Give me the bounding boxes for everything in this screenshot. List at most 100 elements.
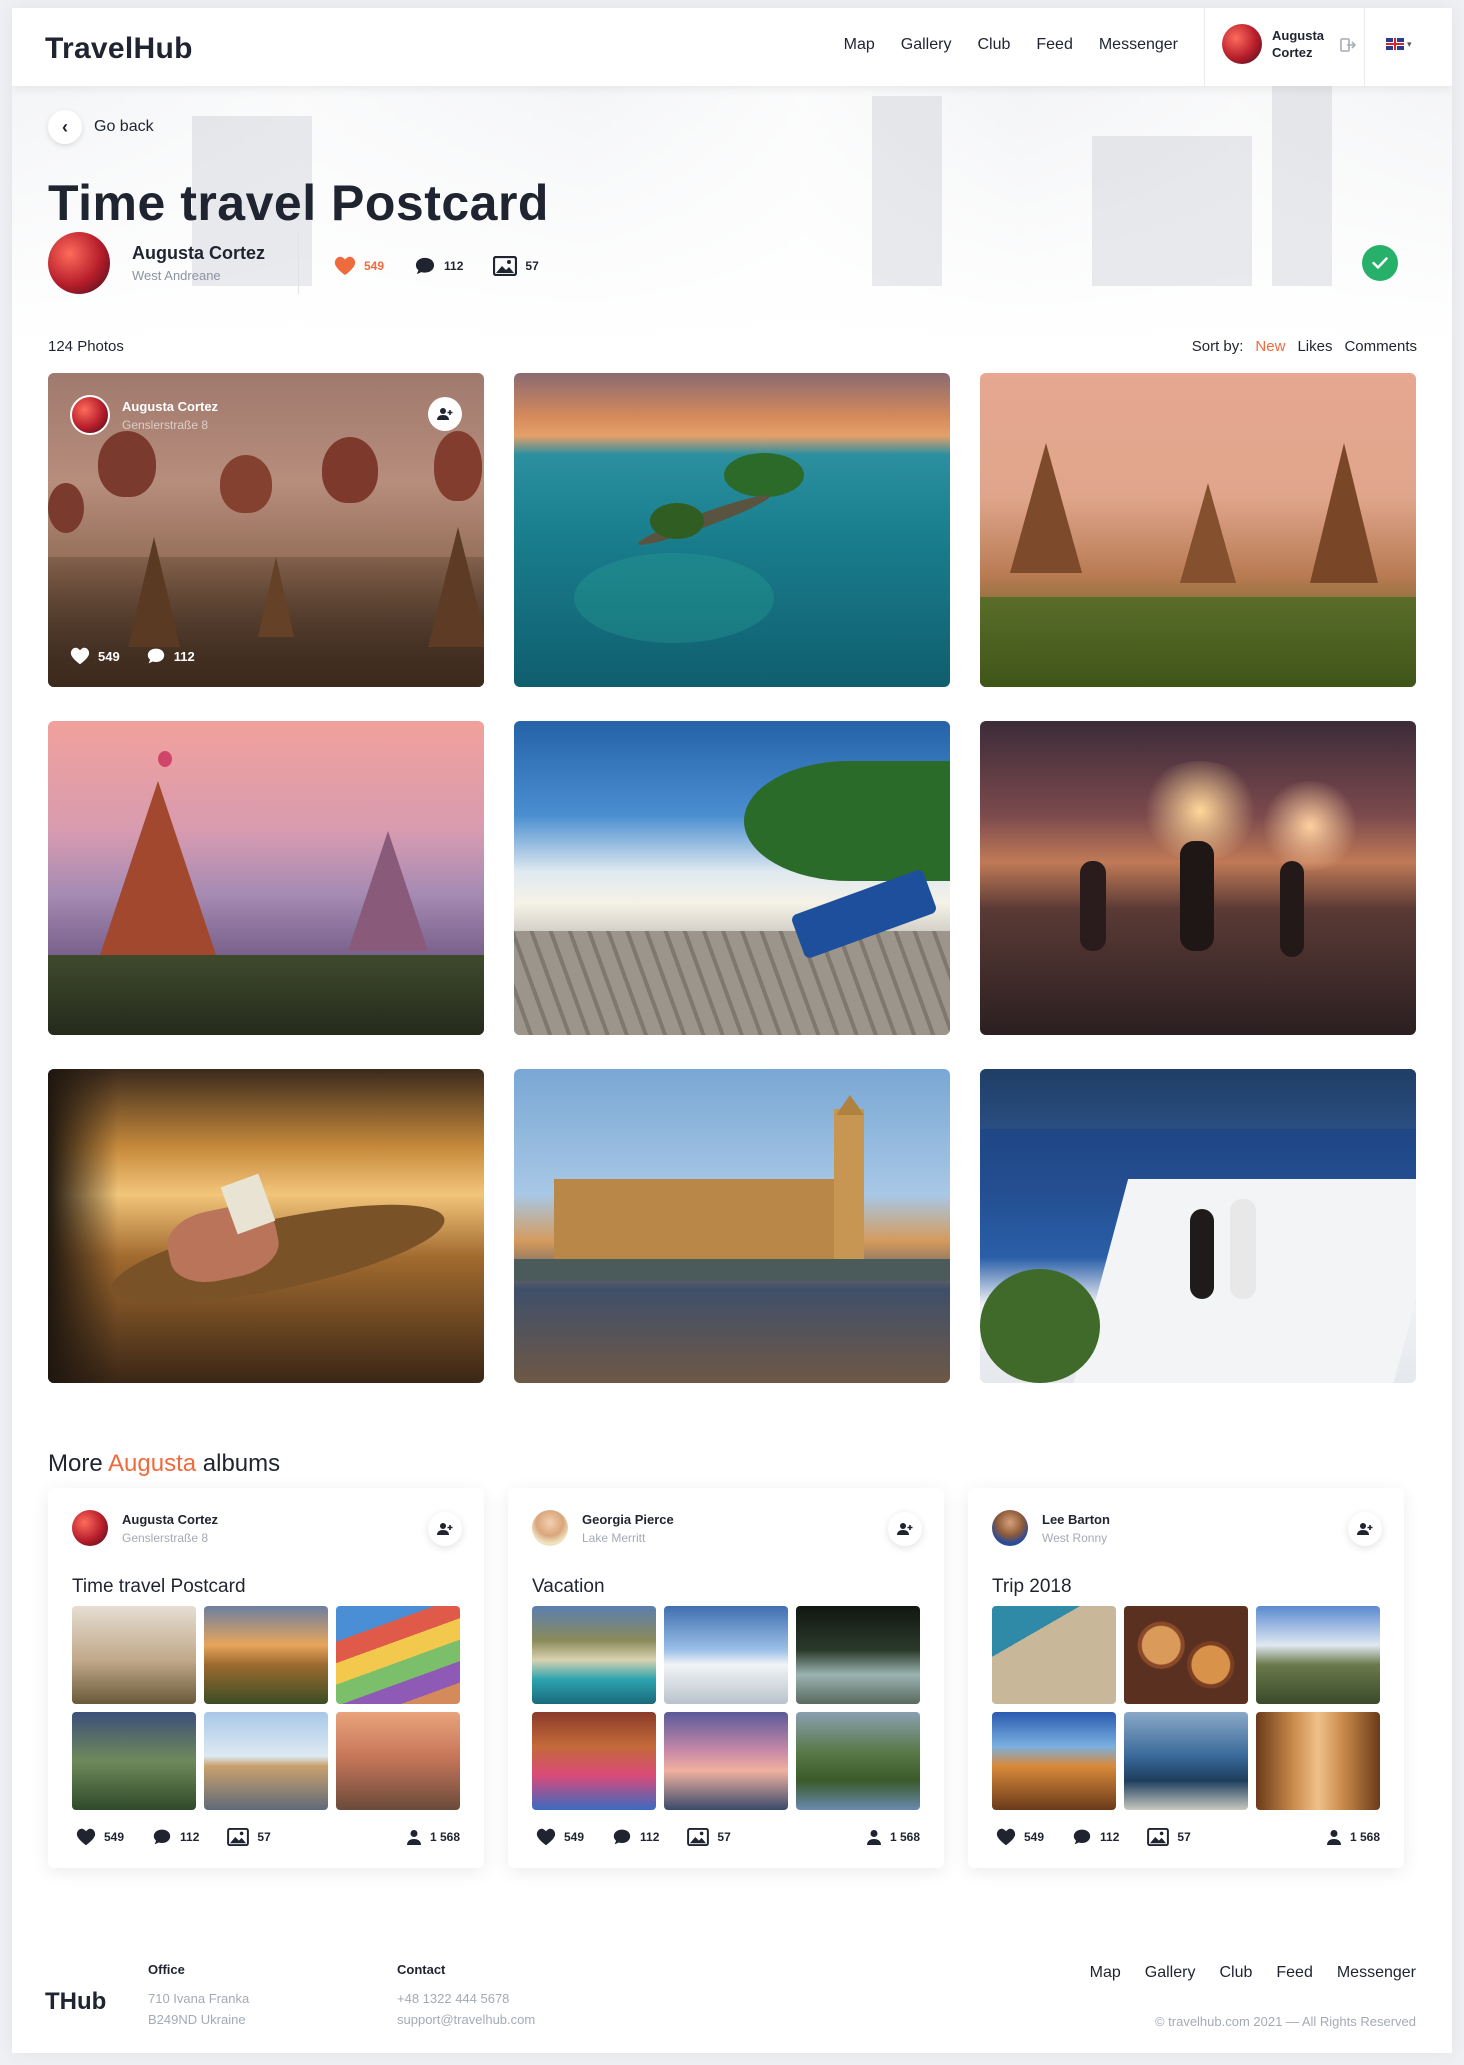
footer-logo[interactable]: THub — [45, 1988, 106, 2016]
album-comments[interactable]: 112 — [1072, 1828, 1119, 1846]
photo-tile[interactable] — [980, 373, 1416, 687]
album-followers[interactable]: 1 568 — [1326, 1829, 1380, 1845]
follow-button[interactable] — [428, 397, 462, 431]
go-back-button[interactable]: ‹ Go back — [48, 110, 154, 144]
album-thumb[interactable] — [1256, 1606, 1380, 1704]
comment-icon — [613, 1829, 631, 1845]
sort-controls: Sort by: New Likes Comments — [1192, 338, 1417, 355]
nav-gallery[interactable]: Gallery — [901, 36, 952, 54]
album-thumb[interactable] — [992, 1712, 1116, 1810]
photo-tile[interactable] — [514, 1069, 950, 1383]
album-photos[interactable]: 57 — [227, 1828, 271, 1846]
album-title[interactable]: Time travel Postcard — [72, 1576, 246, 1598]
album-card[interactable]: Lee Barton West Ronny Trip 2018 549 112 … — [968, 1488, 1404, 1868]
user-menu[interactable]: Augusta Cortez — [1222, 24, 1330, 64]
album-comments[interactable]: 112 — [612, 1828, 659, 1846]
footer-nav-gallery[interactable]: Gallery — [1145, 1964, 1196, 1982]
photo-tile[interactable]: Augusta Cortez Genslerstraße 8 549 112 — [48, 373, 484, 687]
photo-tile[interactable] — [980, 721, 1416, 1035]
album-author[interactable]: Augusta Cortez Genslerstraße 8 — [72, 1510, 218, 1546]
album-thumb[interactable] — [796, 1606, 920, 1704]
photo-tile[interactable] — [48, 721, 484, 1035]
follow-button[interactable] — [428, 1512, 462, 1546]
album-photos[interactable]: 57 — [687, 1828, 731, 1846]
footer: THub Office 710 Ivana Franka B249ND Ukra… — [12, 1938, 1452, 2053]
contact-phone[interactable]: +48 1322 444 5678 — [397, 1991, 535, 2006]
album-thumb[interactable] — [72, 1712, 196, 1810]
photos-stat[interactable]: 57 — [493, 256, 539, 276]
album-photos[interactable]: 57 — [1147, 1828, 1191, 1846]
album-card[interactable]: Georgia Pierce Lake Merritt Vacation 549… — [508, 1488, 944, 1868]
album-card[interactable]: Augusta Cortez Genslerstraße 8 Time trav… — [48, 1488, 484, 1868]
footer-office: Office 710 Ivana Franka B249ND Ukraine — [148, 1962, 249, 2027]
image-icon — [1147, 1828, 1170, 1846]
add-user-icon — [897, 1523, 913, 1535]
sort-new[interactable]: New — [1255, 338, 1285, 355]
album-thumb[interactable] — [204, 1712, 328, 1810]
album-thumb[interactable] — [1124, 1606, 1248, 1704]
follow-button[interactable] — [1348, 1512, 1382, 1546]
album-thumbnails — [532, 1606, 920, 1810]
album-likes[interactable]: 549 — [996, 1828, 1044, 1846]
album-thumb[interactable] — [532, 1712, 656, 1810]
album-comments[interactable]: 112 — [152, 1828, 199, 1846]
album-thumb[interactable] — [1256, 1712, 1380, 1810]
language-selector[interactable]: ▾ — [1386, 38, 1412, 50]
album-thumb[interactable] — [796, 1712, 920, 1810]
album-author[interactable]: Georgia Pierce Lake Merritt — [532, 1510, 674, 1546]
nav-messenger[interactable]: Messenger — [1099, 36, 1178, 54]
nav-feed[interactable]: Feed — [1036, 36, 1072, 54]
more-suffix: albums — [202, 1450, 281, 1477]
footer-nav-club[interactable]: Club — [1219, 1964, 1252, 1982]
photo-owner[interactable]: Augusta Cortez Genslerstraße 8 — [70, 395, 218, 435]
album-thumb[interactable] — [204, 1606, 328, 1704]
photo-comments-count: 112 — [173, 648, 195, 664]
follow-button[interactable] — [888, 1512, 922, 1546]
album-author[interactable]: Augusta Cortez West Andreane — [48, 232, 265, 294]
chevron-left-icon: ‹ — [48, 110, 82, 144]
logout-icon[interactable] — [1340, 38, 1357, 55]
footer-nav-feed[interactable]: Feed — [1276, 1964, 1312, 1982]
photo-tile[interactable] — [514, 721, 950, 1035]
album-author-location: West Ronny — [1042, 1530, 1108, 1545]
album-comments-count: 112 — [180, 1830, 200, 1844]
nav-map[interactable]: Map — [844, 36, 875, 54]
copyright: © travelhub.com 2021 — All Rights Reserv… — [1154, 2014, 1416, 2029]
album-thumb[interactable] — [336, 1712, 460, 1810]
album-title[interactable]: Vacation — [532, 1576, 605, 1598]
album-likes[interactable]: 549 — [76, 1828, 124, 1846]
page: TravelHub Map Gallery Club Feed Messenge… — [12, 8, 1452, 2053]
album-followers[interactable]: 1 568 — [406, 1829, 460, 1845]
photo-tile[interactable] — [514, 373, 950, 687]
album-author[interactable]: Lee Barton West Ronny — [992, 1510, 1110, 1546]
album-thumb[interactable] — [664, 1712, 788, 1810]
contact-email[interactable]: support@travelhub.com — [397, 2012, 535, 2027]
nav-club[interactable]: Club — [977, 36, 1010, 54]
album-thumb[interactable] — [72, 1606, 196, 1704]
uk-flag-icon — [1386, 38, 1404, 50]
sort-comments[interactable]: Comments — [1344, 338, 1417, 355]
more-highlight[interactable]: Augusta — [108, 1450, 196, 1477]
album-thumb[interactable] — [336, 1606, 460, 1704]
photo-likes[interactable]: 549 — [70, 647, 120, 665]
album-author-name: Lee Barton — [1042, 1511, 1110, 1527]
follow-confirmed-button[interactable] — [1362, 245, 1398, 281]
album-stats: 549 112 57 1 568 — [536, 1828, 920, 1846]
album-thumb[interactable] — [1124, 1712, 1248, 1810]
photo-tile[interactable] — [980, 1069, 1416, 1383]
album-title[interactable]: Trip 2018 — [992, 1576, 1072, 1598]
app-logo[interactable]: TravelHub — [45, 32, 193, 66]
photo-tile[interactable] — [48, 1069, 484, 1383]
likes-stat[interactable]: 549 — [334, 256, 384, 276]
photo-comments[interactable]: 112 — [146, 647, 195, 665]
album-thumb[interactable] — [664, 1606, 788, 1704]
album-likes[interactable]: 549 — [536, 1828, 584, 1846]
album-followers[interactable]: 1 568 — [866, 1829, 920, 1845]
album-thumb[interactable] — [532, 1606, 656, 1704]
comments-stat[interactable]: 112 — [414, 256, 463, 276]
header-divider-2 — [1364, 8, 1365, 86]
footer-nav-messenger[interactable]: Messenger — [1337, 1964, 1416, 1982]
album-thumb[interactable] — [992, 1606, 1116, 1704]
footer-nav-map[interactable]: Map — [1090, 1964, 1121, 1982]
sort-likes[interactable]: Likes — [1297, 338, 1332, 355]
